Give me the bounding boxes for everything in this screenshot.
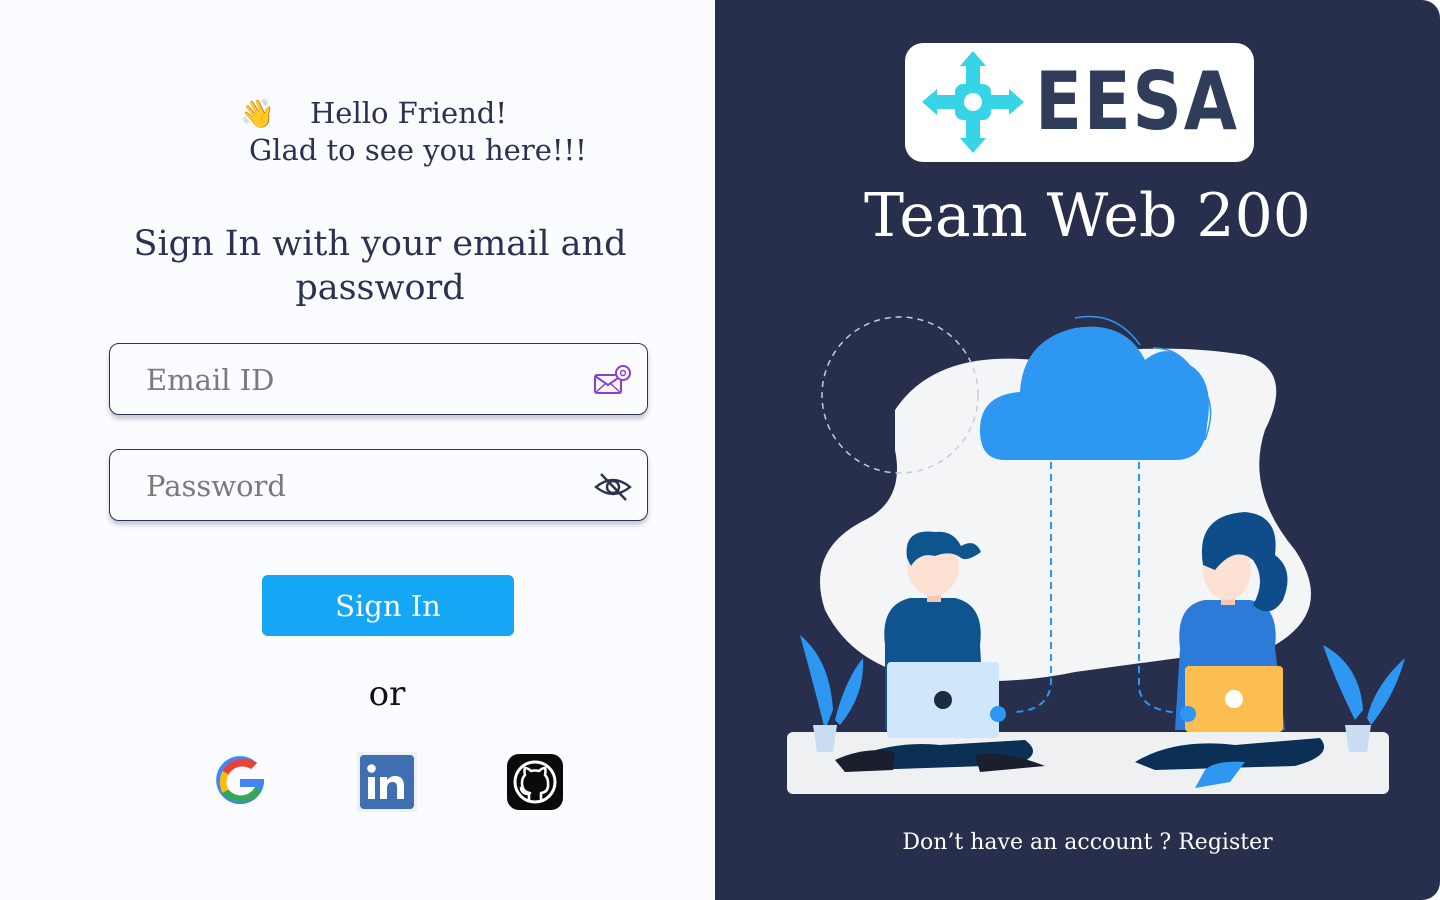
greeting-line-1: Hello Friend! <box>310 96 507 130</box>
password-input[interactable] <box>144 464 568 508</box>
brand-panel: EESA Team Web 200 Don’t have an account … <box>715 0 1440 900</box>
eye-slash-icon[interactable] <box>593 470 633 504</box>
email-input[interactable] <box>144 358 568 402</box>
password-field[interactable] <box>109 449 648 521</box>
mail-at-icon <box>594 365 631 394</box>
linkedin-icon[interactable] <box>357 752 417 812</box>
signin-heading: Sign In with your email and password <box>133 224 627 308</box>
register-prompt-text: Don’t have an account ? <box>902 830 1172 855</box>
eesa-logo-icon <box>922 51 1024 153</box>
greeting-line-2: Glad to see you here!!! <box>249 133 587 167</box>
google-icon[interactable] <box>210 752 270 812</box>
email-field[interactable] <box>109 343 648 415</box>
eesa-logo: EESA <box>905 43 1254 162</box>
or-separator: or <box>368 674 406 714</box>
register-link[interactable]: Register <box>1178 830 1272 855</box>
waving-hand-icon: 👋 <box>240 97 275 130</box>
logo-text: EESA <box>1035 55 1239 148</box>
team-title: Team Web 200 <box>864 181 1311 251</box>
register-prompt: Don’t have an account ? Register <box>715 830 1440 855</box>
github-icon[interactable] <box>505 752 565 812</box>
sign-in-button[interactable]: Sign In <box>262 575 514 636</box>
cloud-collaboration-illustration <box>787 315 1405 794</box>
login-panel: 👋 Hello Friend! Glad to see you here!!! … <box>0 0 715 900</box>
